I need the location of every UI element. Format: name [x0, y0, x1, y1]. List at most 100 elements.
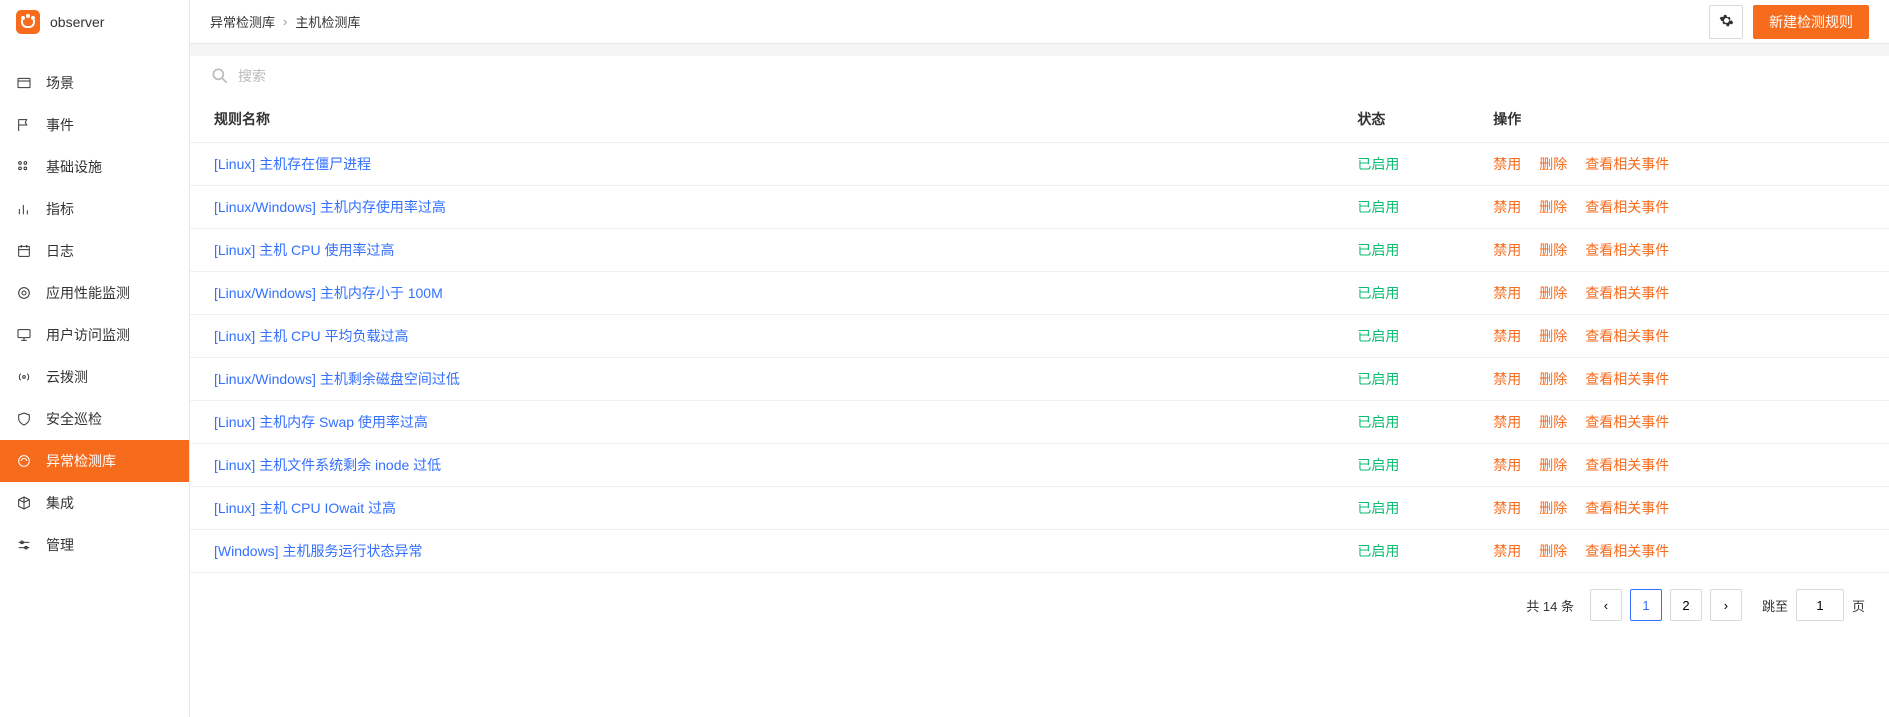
- disable-action[interactable]: 禁用: [1493, 240, 1521, 260]
- sidebar-item-infra[interactable]: 基础设施: [0, 146, 189, 188]
- sidebar-item-logs[interactable]: 日志: [0, 230, 189, 272]
- delete-action[interactable]: 删除: [1539, 541, 1567, 561]
- table-row: [Linux] 主机 CPU 平均负载过高 已启用 禁用删除查看相关事件: [190, 315, 1889, 358]
- sidebar-item-apm[interactable]: 应用性能监测: [0, 272, 189, 314]
- status-badge: 已启用: [1357, 156, 1399, 172]
- rule-link[interactable]: [Linux] 主机存在僵尸进程: [214, 156, 371, 172]
- rule-link[interactable]: [Windows] 主机服务运行状态异常: [214, 543, 422, 559]
- delete-action[interactable]: 删除: [1539, 154, 1567, 174]
- nav-label: 安全巡检: [46, 409, 102, 429]
- disable-action[interactable]: 禁用: [1493, 154, 1521, 174]
- delete-action[interactable]: 删除: [1539, 326, 1567, 346]
- nav-label: 异常检测库: [46, 451, 116, 471]
- table-row: [Linux/Windows] 主机剩余磁盘空间过低 已启用 禁用删除查看相关事件: [190, 358, 1889, 401]
- disable-action[interactable]: 禁用: [1493, 541, 1521, 561]
- rule-link[interactable]: [Linux] 主机 CPU 使用率过高: [214, 242, 394, 258]
- pagination-jump-input[interactable]: [1796, 589, 1844, 621]
- breadcrumb: 异常检测库 › 主机检测库: [210, 12, 1709, 31]
- pagination-prev[interactable]: ‹: [1590, 589, 1622, 621]
- status-badge: 已启用: [1357, 543, 1399, 559]
- nav-label: 管理: [46, 535, 74, 555]
- disable-action[interactable]: 禁用: [1493, 369, 1521, 389]
- status-badge: 已启用: [1357, 500, 1399, 516]
- pagination-jump-label-post: 页: [1852, 596, 1865, 615]
- sidebar-item-anomaly[interactable]: 异常检测库: [0, 440, 189, 482]
- breadcrumb-root[interactable]: 异常检测库: [210, 12, 275, 31]
- bars-icon: [16, 201, 32, 217]
- sidebar-item-events[interactable]: 事件: [0, 104, 189, 146]
- delete-action[interactable]: 删除: [1539, 455, 1567, 475]
- status-badge: 已启用: [1357, 457, 1399, 473]
- view-events-action[interactable]: 查看相关事件: [1585, 498, 1669, 518]
- logo: observer: [0, 0, 189, 44]
- disable-action[interactable]: 禁用: [1493, 455, 1521, 475]
- delete-action[interactable]: 删除: [1539, 412, 1567, 432]
- settings-button[interactable]: [1709, 5, 1743, 39]
- view-events-action[interactable]: 查看相关事件: [1585, 197, 1669, 217]
- status-badge: 已启用: [1357, 242, 1399, 258]
- delete-action[interactable]: 删除: [1539, 369, 1567, 389]
- nav-label: 日志: [46, 241, 74, 261]
- disable-action[interactable]: 禁用: [1493, 197, 1521, 217]
- view-events-action[interactable]: 查看相关事件: [1585, 369, 1669, 389]
- flag-icon: [16, 117, 32, 133]
- rule-link[interactable]: [Linux/Windows] 主机剩余磁盘空间过低: [214, 371, 460, 387]
- nav-label: 用户访问监测: [46, 325, 130, 345]
- view-events-action[interactable]: 查看相关事件: [1585, 326, 1669, 346]
- chevron-right-icon: ›: [283, 14, 287, 29]
- view-events-action[interactable]: 查看相关事件: [1585, 412, 1669, 432]
- view-events-action[interactable]: 查看相关事件: [1585, 541, 1669, 561]
- table-row: [Linux] 主机 CPU 使用率过高 已启用 禁用删除查看相关事件: [190, 229, 1889, 272]
- shield-icon: [16, 411, 32, 427]
- chevron-left-icon: ‹: [1604, 598, 1608, 613]
- rule-link[interactable]: [Linux] 主机 CPU IOwait 过高: [214, 500, 396, 516]
- gear-icon: [1719, 13, 1734, 31]
- pagination-page-2[interactable]: 2: [1670, 589, 1702, 621]
- nav-label: 基础设施: [46, 157, 102, 177]
- sidebar-item-integration[interactable]: 集成: [0, 482, 189, 524]
- pagination-total: 共 14 条: [1526, 596, 1574, 615]
- broadcast-icon: [16, 369, 32, 385]
- new-rule-button[interactable]: 新建检测规则: [1753, 5, 1869, 39]
- nav-label: 场景: [46, 73, 74, 93]
- view-events-action[interactable]: 查看相关事件: [1585, 154, 1669, 174]
- sidebar-item-scene[interactable]: 场景: [0, 62, 189, 104]
- delete-action[interactable]: 删除: [1539, 197, 1567, 217]
- delete-action[interactable]: 删除: [1539, 240, 1567, 260]
- pagination-page-1[interactable]: 1: [1630, 589, 1662, 621]
- sidebar-item-rum[interactable]: 用户访问监测: [0, 314, 189, 356]
- table-row: [Linux/Windows] 主机内存使用率过高 已启用 禁用删除查看相关事件: [190, 186, 1889, 229]
- view-events-action[interactable]: 查看相关事件: [1585, 283, 1669, 303]
- sidebar-item-security[interactable]: 安全巡检: [0, 398, 189, 440]
- sidebar-item-synthetics[interactable]: 云拨测: [0, 356, 189, 398]
- disable-action[interactable]: 禁用: [1493, 283, 1521, 303]
- rule-link[interactable]: [Linux] 主机内存 Swap 使用率过高: [214, 414, 428, 430]
- search-input[interactable]: [238, 68, 1869, 84]
- status-badge: 已启用: [1357, 199, 1399, 215]
- grid-icon: [16, 159, 32, 175]
- view-events-action[interactable]: 查看相关事件: [1585, 455, 1669, 475]
- disable-action[interactable]: 禁用: [1493, 326, 1521, 346]
- disable-action[interactable]: 禁用: [1493, 412, 1521, 432]
- logo-icon: [16, 10, 40, 34]
- col-header-status: 状态: [1345, 96, 1481, 143]
- delete-action[interactable]: 删除: [1539, 283, 1567, 303]
- target-icon: [16, 285, 32, 301]
- rule-link[interactable]: [Linux] 主机文件系统剩余 inode 过低: [214, 457, 441, 473]
- rule-link[interactable]: [Linux/Windows] 主机内存小于 100M: [214, 285, 443, 301]
- sliders-icon: [16, 537, 32, 553]
- sidebar-item-manage[interactable]: 管理: [0, 524, 189, 566]
- rule-link[interactable]: [Linux] 主机 CPU 平均负载过高: [214, 328, 408, 344]
- delete-action[interactable]: 删除: [1539, 498, 1567, 518]
- rule-link[interactable]: [Linux/Windows] 主机内存使用率过高: [214, 199, 446, 215]
- anomaly-icon: [16, 453, 32, 469]
- cube-icon: [16, 495, 32, 511]
- status-badge: 已启用: [1357, 371, 1399, 387]
- nav-label: 云拨测: [46, 367, 88, 387]
- sidebar-item-metrics[interactable]: 指标: [0, 188, 189, 230]
- status-badge: 已启用: [1357, 414, 1399, 430]
- status-badge: 已启用: [1357, 328, 1399, 344]
- view-events-action[interactable]: 查看相关事件: [1585, 240, 1669, 260]
- disable-action[interactable]: 禁用: [1493, 498, 1521, 518]
- pagination-next[interactable]: ›: [1710, 589, 1742, 621]
